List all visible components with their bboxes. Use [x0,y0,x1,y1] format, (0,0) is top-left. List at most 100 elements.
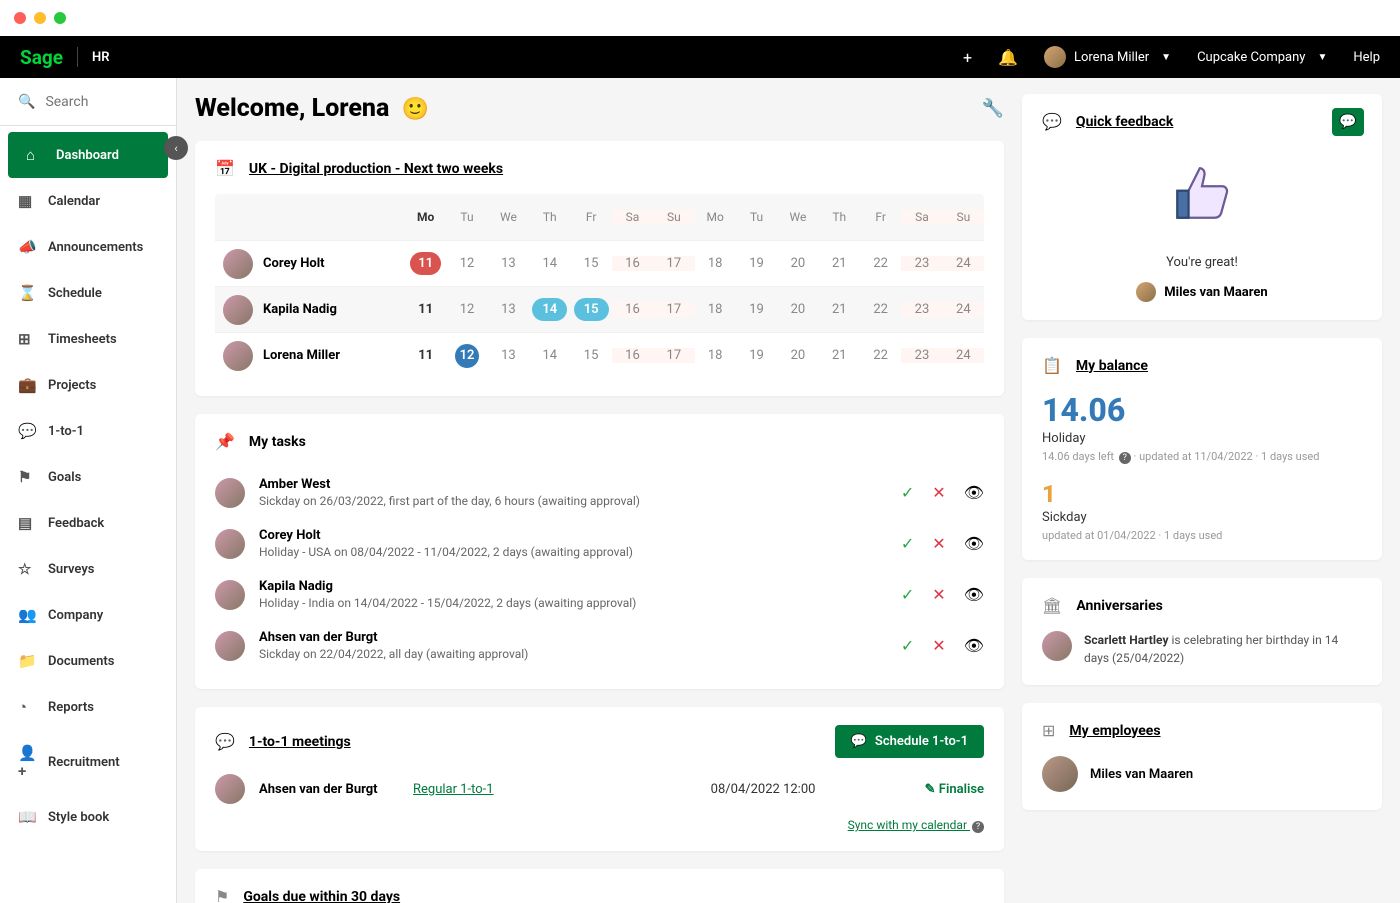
schedule-cell[interactable]: 15 [570,256,611,271]
schedule-cell[interactable]: 13 [488,302,529,317]
reject-button[interactable]: ✕ [932,636,945,655]
approve-button[interactable]: ✓ [901,636,914,655]
reject-button[interactable]: ✕ [932,585,945,604]
sidebar-item-reports[interactable]: ◔Reports [0,684,176,730]
schedule-cell[interactable]: 12 [446,256,487,271]
notifications-button[interactable]: 🔔 [998,48,1018,67]
feedback-title[interactable]: Quick feedback [1076,114,1173,130]
sidebar-item-timesheets[interactable]: ⊞Timesheets [0,316,176,362]
schedule-cell[interactable]: 11 [405,302,446,317]
sidebar-item-projects[interactable]: 💼Projects [0,362,176,408]
schedule-cell[interactable]: 12 [446,344,487,368]
view-button[interactable]: 👁 [964,636,984,655]
schedule-cell[interactable]: 12 [446,302,487,317]
user-menu[interactable]: Lorena Miller ▼ [1044,46,1171,68]
approve-button[interactable]: ✓ [901,585,914,604]
org-icon: ⊞ [1042,721,1055,740]
sidebar-item-announcements[interactable]: 📣Announcements [0,224,176,270]
schedule-cell[interactable]: 21 [819,348,860,363]
feedback-text: You're great! [1042,255,1362,270]
schedule-cell[interactable]: 22 [860,348,901,363]
schedule-cell[interactable]: 11 [405,252,446,275]
employees-title[interactable]: My employees [1069,723,1160,739]
help-icon[interactable]: ? [972,821,984,833]
schedule-cell[interactable]: 17 [653,348,694,363]
schedule-cell[interactable]: 16 [612,302,653,317]
sidebar-item-documents[interactable]: 📁Documents [0,638,176,684]
sidebar-item-calendar[interactable]: ▦Calendar [0,178,176,224]
schedule-cell[interactable]: 19 [736,348,777,363]
schedule-cell[interactable]: 21 [819,256,860,271]
schedule-cell[interactable]: 22 [860,302,901,317]
sync-calendar-link[interactable]: Sync with my calendar ? [215,818,984,833]
close-window-icon[interactable] [14,12,26,24]
schedule-cell[interactable]: 18 [695,348,736,363]
approve-button[interactable]: ✓ [901,534,914,553]
maximize-window-icon[interactable] [54,12,66,24]
schedule-cell[interactable]: 23 [901,348,942,363]
schedule-cell[interactable]: 13 [488,256,529,271]
schedule-cell[interactable]: 21 [819,302,860,317]
schedule-cell[interactable]: 15 [570,348,611,363]
goals-title[interactable]: Goals due within 30 days [243,889,400,903]
balance-title[interactable]: My balance [1076,358,1148,374]
sidebar-item-company[interactable]: 👥Company [0,592,176,638]
schedule-cell[interactable]: 20 [777,348,818,363]
schedule-cell[interactable]: 20 [777,256,818,271]
schedule-cell[interactable]: 11 [405,348,446,363]
meetings-title[interactable]: 1-to-1 meetings [249,734,351,750]
view-button[interactable]: 👁 [964,483,984,502]
schedule-cell[interactable]: 22 [860,256,901,271]
person-name[interactable]: Lorena Miller [263,348,340,363]
schedule-cell[interactable]: 24 [943,348,984,363]
person-name[interactable]: Kapila Nadig [263,302,337,317]
schedule-cell[interactable]: 23 [901,302,942,317]
meeting-link[interactable]: Regular 1-to-1 [413,782,697,797]
schedule-cell[interactable]: 18 [695,302,736,317]
sidebar-item-feedback[interactable]: ▤Feedback [0,500,176,546]
sidebar-item-dashboard[interactable]: ⌂Dashboard [8,132,168,178]
view-button[interactable]: 👁 [964,585,984,604]
sidebar-item-surveys[interactable]: ☆Surveys [0,546,176,592]
finalise-button[interactable]: ✎ Finalise [925,782,984,797]
schedule-cell[interactable]: 14 [529,348,570,363]
collapse-sidebar-button[interactable]: ‹ [164,136,188,160]
schedule-title[interactable]: UK - Digital production - Next two weeks [249,161,503,177]
sidebar-item-recruitment[interactable]: 👤+Recruitment [0,730,176,794]
search-input[interactable] [45,94,158,110]
employee-name[interactable]: Miles van Maaren [1090,767,1193,782]
schedule-meeting-button[interactable]: 💬 Schedule 1-to-1 [835,725,984,758]
approve-button[interactable]: ✓ [901,483,914,502]
sidebar-item-1-to-1[interactable]: 💬1-to-1 [0,408,176,454]
reject-button[interactable]: ✕ [932,483,945,502]
schedule-cell[interactable]: 15 [570,298,611,321]
schedule-cell[interactable]: 17 [653,256,694,271]
person-name[interactable]: Corey Holt [263,256,325,271]
schedule-cell[interactable]: 14 [529,298,570,321]
schedule-cell[interactable]: 19 [736,302,777,317]
help-icon[interactable]: ? [1119,452,1131,464]
give-feedback-button[interactable]: 💬 [1332,108,1364,136]
sidebar-item-goals[interactable]: ⚑Goals [0,454,176,500]
schedule-cell[interactable]: 13 [488,348,529,363]
minimize-window-icon[interactable] [34,12,46,24]
schedule-cell[interactable]: 14 [529,256,570,271]
schedule-cell[interactable]: 16 [612,256,653,271]
schedule-cell[interactable]: 20 [777,302,818,317]
schedule-cell[interactable]: 19 [736,256,777,271]
add-button[interactable]: + [963,48,972,67]
schedule-cell[interactable]: 24 [943,302,984,317]
company-menu[interactable]: Cupcake Company ▼ [1197,50,1327,65]
help-link[interactable]: Help [1353,50,1380,65]
sidebar-item-style-book[interactable]: 📖Style book [0,794,176,840]
schedule-cell[interactable]: 24 [943,256,984,271]
view-button[interactable]: 👁 [964,534,984,553]
schedule-cell[interactable]: 23 [901,256,942,271]
schedule-cell[interactable]: 17 [653,302,694,317]
schedule-cell[interactable]: 16 [612,348,653,363]
day-header: Mo [405,210,446,224]
schedule-cell[interactable]: 18 [695,256,736,271]
settings-icon[interactable]: 🔧 [982,98,1004,119]
sidebar-item-schedule[interactable]: ⌛Schedule [0,270,176,316]
reject-button[interactable]: ✕ [932,534,945,553]
